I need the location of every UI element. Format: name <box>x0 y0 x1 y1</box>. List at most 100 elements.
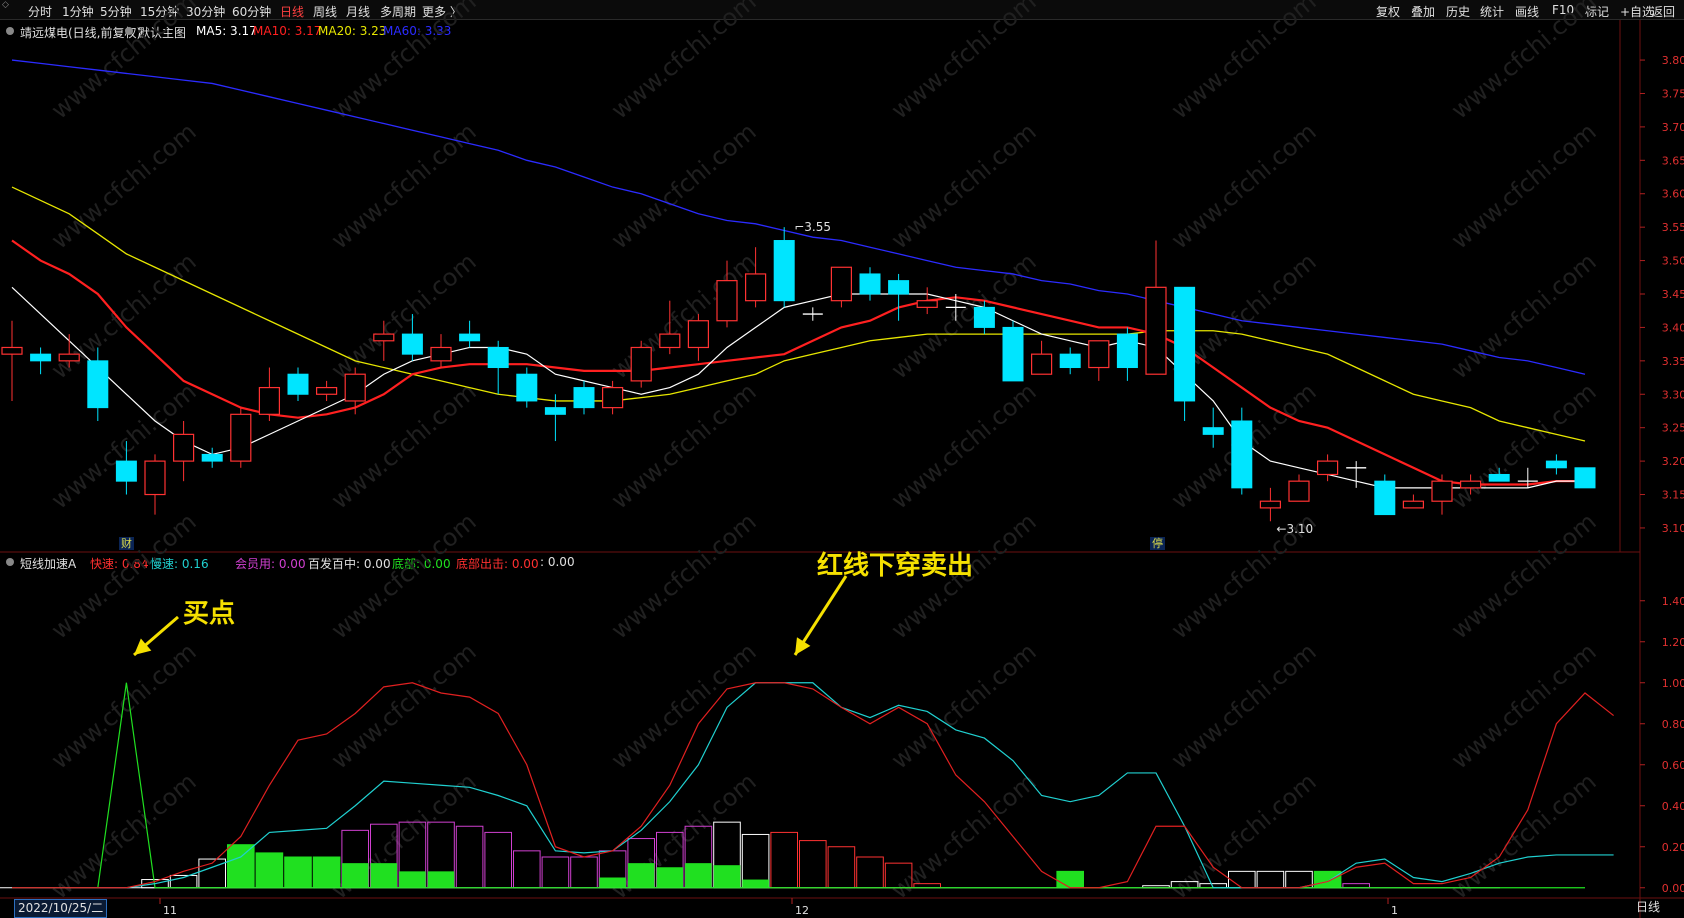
watermark: www.cfchi.com <box>886 117 1042 254</box>
indicator-tick-label: 0.00 <box>1662 882 1684 895</box>
indicator-bar <box>856 856 884 889</box>
candle-body <box>115 460 137 482</box>
watermark: www.cfchi.com <box>1446 117 1602 254</box>
cai-event-mark[interactable]: 财 <box>119 537 134 550</box>
candle-body <box>1259 500 1282 509</box>
watermark: www.cfchi.com <box>46 637 202 774</box>
price-tick-label: 3.65 <box>1662 154 1684 167</box>
indicator-tick-label: 1.20 <box>1662 636 1684 649</box>
watermark: www.cfchi.com <box>1166 637 1322 774</box>
watermark: www.cfchi.com <box>46 507 202 644</box>
candle-body <box>230 413 252 462</box>
candle-body <box>916 300 938 308</box>
kline-chart[interactable]: 3.80 3.75 3.70 3.65 3.60 3.55 3.50 3.45 3.40 3.35… <box>0 0 1684 918</box>
indicator-bar-fill <box>1056 871 1084 888</box>
watermark: www.cfchi.com <box>326 0 482 125</box>
indicator-bar-fill <box>227 844 255 888</box>
candle-body <box>430 346 452 362</box>
candle-body <box>459 333 481 342</box>
candle-body <box>201 453 223 462</box>
indicator-tick-label: 0.40 <box>1662 800 1684 813</box>
indicator-tick-label: 0.60 <box>1662 759 1684 772</box>
indicator-bar-fill <box>599 877 626 888</box>
watermark: www.cfchi.com <box>1446 247 1602 384</box>
indicator-bar <box>1256 870 1285 889</box>
indicator-bar-fill <box>1314 871 1341 888</box>
candle-body <box>630 346 652 382</box>
watermark: www.cfchi.com <box>886 637 1042 774</box>
candle-body <box>1574 467 1596 489</box>
candle-body <box>1316 460 1339 476</box>
indicator-bar <box>541 856 570 889</box>
candle-body <box>401 333 423 355</box>
indicator-bar <box>1342 883 1371 889</box>
candle-body <box>1402 500 1425 509</box>
indicator-bar <box>484 831 512 889</box>
candle-body <box>859 273 881 295</box>
watermark: www.cfchi.com <box>1166 117 1322 254</box>
price-tick-label: 3.30 <box>1662 388 1684 401</box>
watermark: www.cfchi.com <box>1446 637 1602 774</box>
indicator-bar <box>455 825 484 889</box>
candle-body <box>373 333 395 342</box>
candle-body <box>773 240 795 302</box>
ting-event-mark[interactable]: 停 <box>1150 537 1165 550</box>
candle-body <box>87 360 109 409</box>
indicator-bar-fill <box>685 863 712 888</box>
month-label: 12 <box>795 904 809 917</box>
watermark: www.cfchi.com <box>46 117 202 254</box>
candle-body <box>1002 326 1024 382</box>
indicator-tick-label: 1.40 <box>1662 595 1684 608</box>
watermark: www.cfchi.com <box>606 247 762 384</box>
month-label: 1 <box>1391 904 1398 917</box>
watermark: www.cfchi.com <box>606 507 762 644</box>
candle-body <box>1288 480 1310 502</box>
indicator-bar <box>570 856 598 889</box>
watermark: www.cfchi.com <box>46 0 202 125</box>
candle-body <box>687 320 710 349</box>
candle-body <box>1231 420 1253 489</box>
candle-body <box>1088 340 1110 369</box>
candle-body <box>1374 480 1396 516</box>
indicator-tick-label: 0.20 <box>1662 841 1684 854</box>
sell-arrow-head <box>795 637 811 655</box>
candle-body <box>173 433 195 462</box>
period-tab[interactable]: 日线 <box>1636 898 1660 915</box>
indicator-bar-fill <box>742 879 769 888</box>
candle-body <box>516 373 538 402</box>
price-tick-label: 3.75 <box>1662 87 1684 100</box>
candle-body <box>544 407 566 415</box>
candle-body <box>487 346 509 369</box>
indicator-bar <box>770 831 799 889</box>
candle-body <box>830 266 853 302</box>
candle-body <box>888 280 910 295</box>
candle-body <box>716 280 738 322</box>
indicator-bar <box>513 850 541 889</box>
price-tick-label: 3.25 <box>1662 422 1684 435</box>
price-tick-label: 3.10 <box>1662 522 1684 535</box>
watermark: www.cfchi.com <box>326 247 482 384</box>
candle-body <box>1202 427 1224 435</box>
price-tick-label: 3.50 <box>1662 255 1684 268</box>
indicator-bar-fill <box>427 871 455 888</box>
candle-body <box>1059 353 1081 369</box>
candle-body <box>30 353 52 362</box>
candle-body <box>287 373 309 395</box>
candle-body <box>744 273 767 302</box>
low-price-mark: ←3.10 <box>1276 522 1313 536</box>
watermark: www.cfchi.com <box>326 637 482 774</box>
indicator-bar-fill <box>341 863 369 888</box>
indicator-bar-fill <box>627 863 655 888</box>
indicator-tick-label: 0.80 <box>1662 718 1684 731</box>
candle-body <box>1545 460 1567 469</box>
indicator-bar-fill <box>313 857 340 888</box>
candle-body <box>601 386 624 409</box>
price-tick-label: 3.80 <box>1662 54 1684 67</box>
candle-body <box>1174 286 1196 402</box>
month-label: 11 <box>163 904 177 917</box>
indicator-bar-fill <box>713 865 741 888</box>
candle-body <box>1116 333 1138 369</box>
watermark: www.cfchi.com <box>886 0 1042 125</box>
price-tick-label: 3.40 <box>1662 321 1684 334</box>
watermark: www.cfchi.com <box>606 0 762 125</box>
